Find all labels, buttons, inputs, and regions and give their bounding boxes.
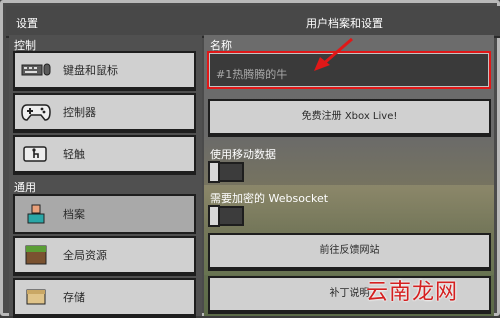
sidebar-item-profile[interactable]: 档案	[13, 194, 196, 234]
sidebar-item-touch[interactable]: 轻触	[13, 135, 196, 175]
sidebar-item-global-resources[interactable]: 全局资源	[13, 236, 196, 276]
toggle-knob	[208, 161, 220, 183]
storage-icon	[21, 285, 51, 309]
sidebar-item-label: 轻触	[63, 148, 85, 161]
watermark-text: 云南龙网	[366, 280, 459, 305]
sidebar-item-controller[interactable]: 控制器	[13, 93, 196, 133]
sidebar-item-keyboard-mouse[interactable]: 键盘和鼠标	[13, 51, 196, 91]
sidebar-item-storage[interactable]: 存储	[13, 278, 196, 318]
global-resources-icon	[21, 243, 51, 267]
settings-sidebar: 控制 键盘和鼠标 控制器 轻触 通用 档案 全局资源 存储	[9, 35, 202, 318]
annotation-arrow	[314, 37, 353, 71]
xbox-live-signup-button[interactable]: 免费注册 Xbox Live!	[208, 99, 491, 137]
feedback-site-button[interactable]: 前往反馈网站	[208, 233, 491, 271]
keyboard-mouse-icon	[21, 58, 51, 82]
touch-icon	[21, 142, 51, 166]
sidebar-item-label: 控制器	[63, 106, 96, 119]
websocket-label: 需要加密的 Websocket	[210, 192, 329, 205]
toggle-knob	[208, 205, 220, 227]
mobile-data-label: 使用移动数据	[210, 148, 276, 161]
profile-settings-title: 用户档案和设置	[306, 17, 383, 30]
sidebar-item-label: 存储	[63, 291, 85, 304]
mobile-data-toggle[interactable]	[208, 161, 244, 183]
profile-icon	[21, 202, 51, 226]
sidebar-item-label: 全局资源	[63, 249, 107, 262]
encrypted-websocket-toggle[interactable]	[208, 205, 244, 227]
sidebar-item-label: 键盘和鼠标	[63, 64, 118, 77]
controller-icon	[21, 100, 51, 124]
title-bar: 设置 用户档案和设置	[6, 6, 500, 38]
settings-title: 设置	[16, 17, 38, 30]
section-header-general: 通用	[14, 181, 36, 194]
sidebar-item-label: 档案	[63, 208, 85, 221]
